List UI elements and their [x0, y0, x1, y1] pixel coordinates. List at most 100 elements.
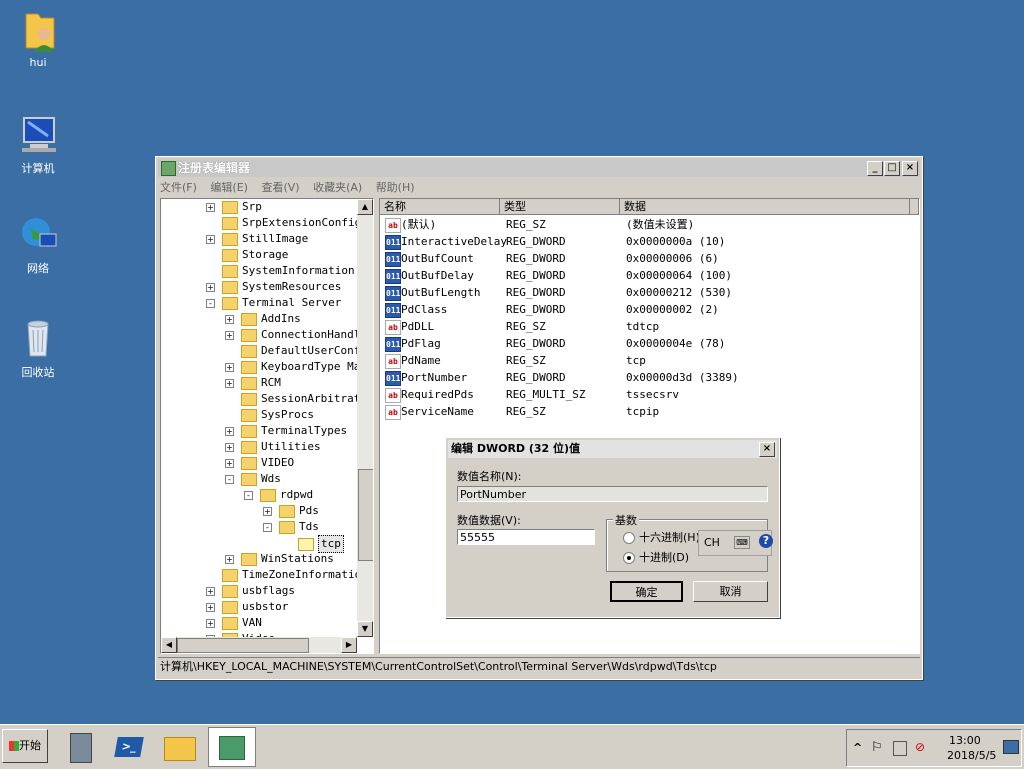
expand-toggle[interactable]: +: [225, 315, 234, 324]
minimize-button[interactable]: _: [867, 161, 883, 176]
powershell-taskbar-button[interactable]: >_: [110, 729, 150, 765]
expand-toggle[interactable]: +: [263, 507, 272, 516]
value-row[interactable]: 011 OutBufCount REG_DWORD 0x00000006 (6): [380, 250, 919, 267]
tree-item[interactable]: + usbflags: [206, 583, 295, 599]
value-row[interactable]: ab PdName REG_SZ tcp: [380, 352, 919, 369]
tree-item[interactable]: + WinStations: [225, 551, 334, 567]
tree-item[interactable]: + SystemResources: [206, 279, 341, 295]
expand-toggle[interactable]: +: [225, 459, 234, 468]
tree-item[interactable]: tcp: [298, 535, 344, 553]
value-row[interactable]: ab ServiceName REG_SZ tcpip: [380, 403, 919, 420]
column-header-type[interactable]: 类型: [500, 199, 620, 215]
tree-hscroll-thumb[interactable]: [177, 638, 309, 653]
tree-scroll-thumb[interactable]: [358, 469, 373, 561]
start-button[interactable]: 开始: [2, 729, 48, 763]
expand-toggle[interactable]: +: [225, 379, 234, 388]
scroll-left-button[interactable]: ◀: [161, 637, 177, 653]
scroll-up-button[interactable]: ▲: [357, 199, 373, 215]
value-row[interactable]: ab RequiredPds REG_MULTI_SZ tssecsrv: [380, 386, 919, 403]
tree-item[interactable]: SysProcs: [241, 407, 314, 423]
tree-horizontal-scrollbar[interactable]: ◀ ▶: [161, 637, 357, 653]
tree-item[interactable]: + VAN: [206, 615, 262, 631]
desktop-icon-computer[interactable]: 计算机: [8, 112, 68, 176]
tree-item[interactable]: - Tds: [263, 519, 319, 535]
maximize-button[interactable]: □: [884, 161, 900, 176]
desktop-icon-network[interactable]: 网络: [8, 212, 68, 276]
tree-item[interactable]: + AddIns: [225, 311, 301, 327]
show-desktop-icon[interactable]: [1003, 740, 1019, 754]
dialog-titlebar[interactable]: 编辑 DWORD (32 位)值 ×: [448, 440, 777, 458]
expand-toggle[interactable]: +: [225, 443, 234, 452]
decimal-radio[interactable]: [623, 552, 635, 564]
expand-toggle[interactable]: +: [206, 283, 215, 292]
collapse-toggle[interactable]: -: [206, 299, 215, 308]
flag-icon[interactable]: ⚐: [871, 740, 883, 755]
tree-item[interactable]: TimeZoneInformation: [222, 567, 368, 583]
tree-item[interactable]: Storage: [222, 247, 288, 263]
tree-item[interactable]: + RCM: [225, 375, 281, 391]
tree-item[interactable]: SessionArbitrati: [241, 391, 367, 407]
tree-item[interactable]: + Utilities: [225, 439, 321, 455]
desktop-icon-recycle-bin[interactable]: 回收站: [8, 316, 68, 380]
value-row[interactable]: 011 OutBufDelay REG_DWORD 0x00000064 (100): [380, 267, 919, 284]
expand-toggle[interactable]: +: [225, 331, 234, 340]
close-button[interactable]: ×: [902, 161, 918, 176]
tree-item[interactable]: + ConnectionHandle: [225, 327, 367, 343]
value-row[interactable]: 011 PdFlag REG_DWORD 0x0000004e (78): [380, 335, 919, 352]
tree-item[interactable]: + usbstor: [206, 599, 288, 615]
collapse-toggle[interactable]: -: [244, 491, 253, 500]
expand-toggle[interactable]: +: [225, 363, 234, 372]
expand-toggle[interactable]: +: [225, 555, 234, 564]
tree-item[interactable]: + Srp: [206, 199, 262, 215]
hex-radio[interactable]: [623, 532, 635, 544]
regedit-taskbar-button[interactable]: [208, 727, 256, 767]
expand-toggle[interactable]: +: [206, 603, 215, 612]
tree-vertical-scrollbar[interactable]: ▲ ▼: [357, 199, 373, 637]
menu-view[interactable]: 查看(V): [261, 181, 299, 194]
volume-muted-icon[interactable]: ⊘: [915, 740, 925, 754]
explorer-taskbar-button[interactable]: [160, 729, 200, 765]
tree-item[interactable]: SystemInformation: [222, 263, 355, 279]
menu-favorites[interactable]: 收藏夹(A): [313, 181, 362, 194]
dialog-close-button[interactable]: ×: [759, 442, 775, 457]
column-header-data[interactable]: 数据: [620, 199, 910, 215]
value-data-input[interactable]: 55555: [457, 529, 595, 545]
value-row[interactable]: ab (默认) REG_SZ (数值未设置): [380, 216, 919, 233]
ime-ch-button[interactable]: CH: [704, 536, 720, 549]
value-row[interactable]: ab PdDLL REG_SZ tdtcp: [380, 318, 919, 335]
tree-item[interactable]: + KeyboardType Map: [225, 359, 367, 375]
tree-item[interactable]: - Terminal Server: [206, 295, 341, 311]
menu-file[interactable]: 文件(F): [160, 181, 197, 194]
window-titlebar[interactable]: 注册表编辑器 _ □ ×: [158, 159, 920, 177]
menu-edit[interactable]: 编辑(E): [210, 181, 248, 194]
tree-item[interactable]: - rdpwd: [244, 487, 313, 503]
expand-toggle[interactable]: +: [206, 587, 215, 596]
collapse-toggle[interactable]: -: [225, 475, 234, 484]
tree-item[interactable]: DefaultUserConfi: [241, 343, 367, 359]
tree-item[interactable]: + VIDEO: [225, 455, 294, 471]
column-header-name[interactable]: 名称: [380, 199, 500, 215]
cancel-button[interactable]: 取消: [693, 581, 768, 602]
keyboard-icon[interactable]: ⌨: [734, 536, 750, 549]
value-row[interactable]: 011 PortNumber REG_DWORD 0x00000d3d (3389): [380, 369, 919, 386]
value-row[interactable]: 011 PdClass REG_DWORD 0x00000002 (2): [380, 301, 919, 318]
tree-item[interactable]: + StillImage: [206, 231, 308, 247]
expand-toggle[interactable]: +: [206, 619, 215, 628]
tree-item[interactable]: + TerminalTypes: [225, 423, 347, 439]
tree-item[interactable]: + Pds: [263, 503, 319, 519]
tree-item[interactable]: SrpExtensionConfig: [222, 215, 361, 231]
help-icon[interactable]: ?: [759, 534, 773, 548]
collapse-toggle[interactable]: -: [263, 523, 272, 532]
clock-date[interactable]: 2018/5/5: [947, 749, 996, 762]
expand-toggle[interactable]: +: [225, 427, 234, 436]
network-tray-icon[interactable]: [893, 741, 907, 756]
clock-time[interactable]: 13:00: [949, 734, 981, 747]
expand-toggle[interactable]: +: [206, 203, 215, 212]
desktop-icon-hui[interactable]: hui: [8, 8, 68, 69]
value-row[interactable]: 011 OutBufLength REG_DWORD 0x00000212 (530): [380, 284, 919, 301]
tree-item[interactable]: - Wds: [225, 471, 281, 487]
scroll-right-button[interactable]: ▶: [341, 637, 357, 653]
key-tree[interactable]: +Video+VAN+usbstor+usbflagsTimeZoneInfor…: [160, 198, 374, 654]
scroll-down-button[interactable]: ▼: [357, 621, 373, 637]
server-manager-taskbar-button[interactable]: [62, 729, 102, 765]
